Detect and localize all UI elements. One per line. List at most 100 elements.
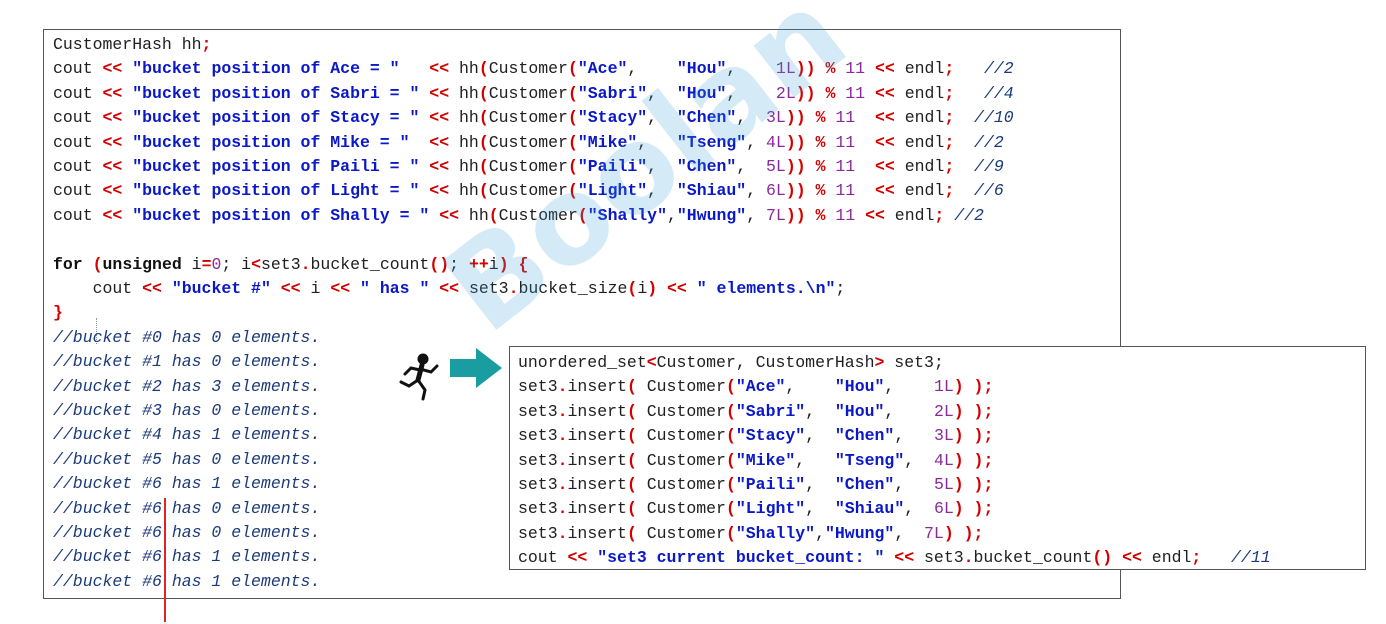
code-token: "Tseng" <box>834 450 905 470</box>
code-token: hh <box>459 205 489 225</box>
code-token: << <box>429 59 450 79</box>
code-token: CustomerHash hh <box>53 35 202 54</box>
main-code-line: cout << "bucket #" << i << " has " << se… <box>53 277 846 301</box>
code-token: "Sabri" <box>577 83 648 103</box>
code-token: , <box>746 205 767 225</box>
code-token: ; <box>201 35 212 54</box>
code-token: "Shally" <box>587 205 667 225</box>
code-token: //9 <box>974 157 1004 176</box>
code-token: , <box>746 132 767 152</box>
code-token: , <box>726 59 776 79</box>
code-token: ; <box>944 181 955 201</box>
code-token: 1L <box>775 59 796 79</box>
code-token: ( <box>725 450 736 470</box>
code-token: , <box>805 401 835 421</box>
code-token: << <box>439 205 460 225</box>
code-token: 11 <box>845 83 866 103</box>
code-token: << <box>874 83 895 103</box>
code-token: 5L <box>766 157 786 176</box>
code-token: set3 <box>518 523 558 543</box>
code-token: . <box>557 401 568 421</box>
main-code-line: //bucket #6 has 1 elements. <box>53 570 320 594</box>
code-token: "Sabri" <box>735 401 806 421</box>
code-token: 3L <box>766 108 786 128</box>
code-token: )) <box>785 181 806 201</box>
code-token: cout <box>518 548 568 568</box>
code-token: cout <box>53 59 103 79</box>
code-token: > <box>874 353 885 372</box>
code-token: "Stacy" <box>577 108 648 128</box>
code-token: //bucket #0 has 0 elements. <box>53 327 321 347</box>
code-token: //10 <box>974 108 1014 128</box>
code-token: insert <box>567 450 627 470</box>
code-token: , <box>647 83 677 103</box>
code-token: % <box>825 59 836 79</box>
code-token: Customer <box>636 475 726 494</box>
code-token: , <box>736 108 767 128</box>
code-token: )) <box>795 59 816 79</box>
code-token: "set3 current bucket_count: " <box>597 548 885 568</box>
code-token: , <box>726 83 776 103</box>
inset-code-line: set3.insert( Customer("Mike", "Tseng", 4… <box>518 449 993 473</box>
main-code-line: //bucket #0 has 0 elements. <box>53 326 320 350</box>
code-token: cout <box>53 108 103 128</box>
code-token: ( <box>567 157 578 176</box>
code-token: "Shally" <box>735 523 816 543</box>
main-code-line: //bucket #6 has 1 elements. <box>53 545 320 569</box>
code-token: << <box>102 108 123 128</box>
code-token: set3 <box>518 499 558 519</box>
code-token: //bucket #2 has 3 elements. <box>53 376 321 396</box>
code-token: 11 <box>835 157 856 176</box>
red-marker-line <box>164 498 166 622</box>
code-token: endl <box>894 132 945 152</box>
code-token: "Hwung" <box>825 523 895 543</box>
code-token: ) ); <box>943 523 984 543</box>
code-token: //bucket #6 has 1 elements. <box>53 547 321 567</box>
code-token: "Hou" <box>676 83 727 103</box>
code-token: endl <box>894 157 945 176</box>
code-token: < <box>646 353 657 372</box>
code-token: "bucket position of Light = " <box>132 181 420 201</box>
inset-code-line: set3.insert( Customer("Light", "Shiau", … <box>518 497 993 521</box>
code-token: . <box>557 499 568 519</box>
code-token: << <box>667 279 687 298</box>
code-token: ( <box>478 132 489 152</box>
code-token: ++ <box>468 254 489 274</box>
code-token: Customer <box>488 132 568 152</box>
code-token: insert <box>567 401 627 421</box>
inset-code-line: set3.insert( Customer("Paili", "Chen", 5… <box>518 473 993 497</box>
code-token: //bucket #6 has 1 elements. <box>53 571 321 591</box>
code-token: ) ); <box>953 475 994 494</box>
code-token: << <box>429 108 450 128</box>
main-code-line: CustomerHash hh; <box>53 33 211 57</box>
code-token: << <box>874 181 895 201</box>
inset-code-line: unordered_set<Customer, CustomerHash> se… <box>518 351 944 375</box>
code-token: hh <box>449 83 479 103</box>
code-token: ( <box>478 108 489 128</box>
code-token: 11 <box>845 59 866 79</box>
code-token: << <box>875 108 895 128</box>
inset-code-line: set3.insert( Customer("Shally","Hwung", … <box>518 522 983 546</box>
code-token: bucket_count <box>310 254 430 274</box>
code-token: ) ); <box>953 377 994 397</box>
code-token: % <box>815 205 826 225</box>
code-token: ( <box>567 108 578 128</box>
code-token: , <box>884 377 934 397</box>
code-token: ( <box>92 254 103 274</box>
code-token: bucket_count <box>973 548 1093 568</box>
main-code-line: //bucket #6 has 0 elements. <box>53 497 320 521</box>
code-token: , <box>736 157 767 176</box>
